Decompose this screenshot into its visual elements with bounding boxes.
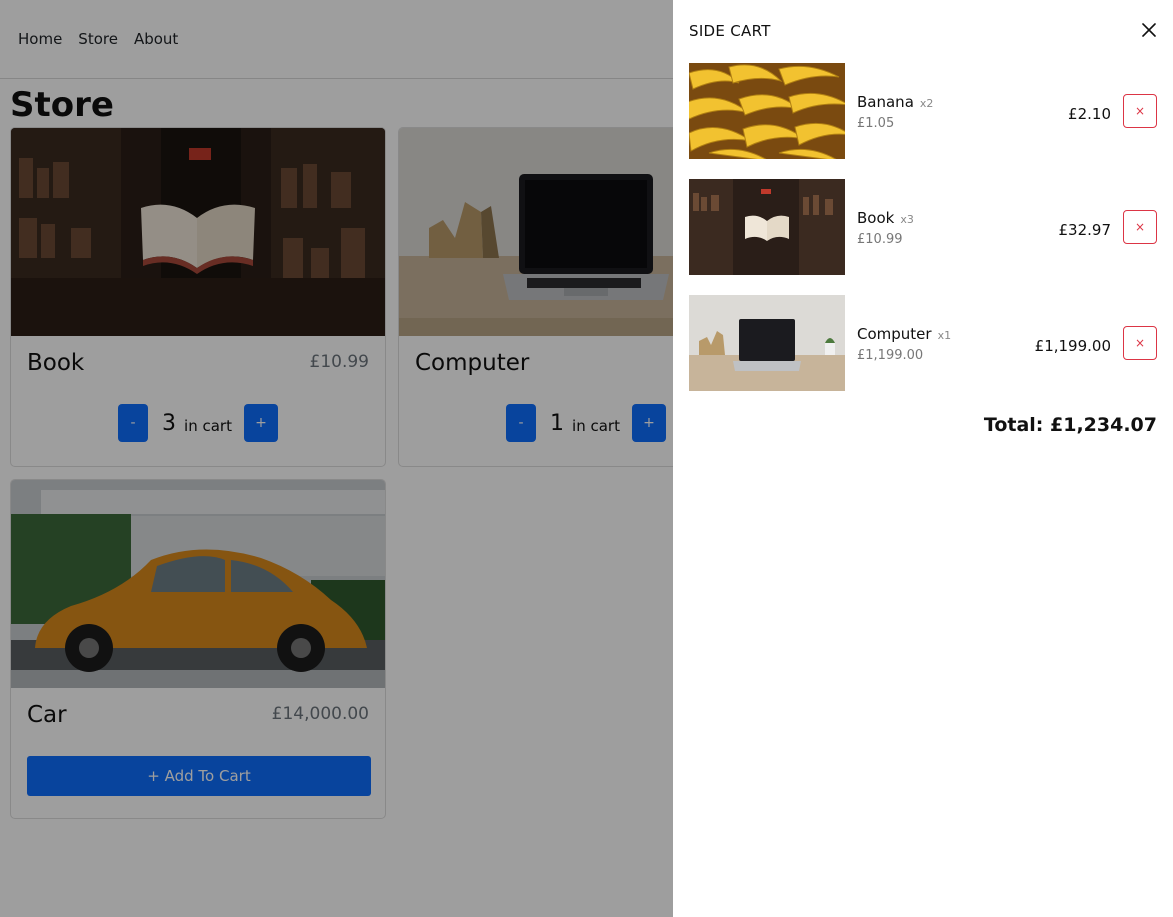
cart-item-line-total: £1,199.00 (1034, 337, 1111, 355)
cart-item-qty: x2 (919, 97, 934, 110)
cart-total: Total: £1,234.07 (983, 414, 1157, 436)
close-icon[interactable] (1139, 20, 1159, 40)
cart-item-name-text: Book (857, 209, 895, 227)
cart-item-banana: Banana x2 £1.05 £2.10 × (689, 63, 1157, 159)
cart-item-unit-price: £1.05 (857, 116, 895, 131)
cart-item-name: Book x3 (857, 209, 914, 227)
cart-item-unit-price: £1,199.00 (857, 348, 924, 363)
cart-item-book: Book x3 £10.99 £32.97 × (689, 179, 1157, 275)
remove-item-button[interactable]: × (1123, 210, 1157, 244)
remove-item-button[interactable]: × (1123, 94, 1157, 128)
banana-thumbnail (689, 63, 845, 159)
cart-item-line-total: £32.97 (1058, 221, 1112, 239)
side-cart-title: SIDE CART (689, 22, 771, 40)
computer-thumbnail (689, 295, 845, 391)
cart-item-name-text: Banana (857, 93, 914, 111)
side-cart-panel: SIDE CART Banana x2 £1.05 £2.10 × Book x… (673, 0, 1173, 917)
cart-item-qty: x1 (937, 329, 952, 342)
cart-item-name-text: Computer (857, 325, 932, 343)
cart-item-line-total: £2.10 (1068, 105, 1111, 123)
cart-item-computer: Computer x1 £1,199.00 £1,199.00 × (689, 295, 1157, 391)
cart-item-qty: x3 (900, 213, 914, 226)
cart-item-name: Banana x2 (857, 93, 933, 111)
cart-item-unit-price: £10.99 (857, 232, 903, 247)
book-thumbnail (689, 179, 845, 275)
remove-item-button[interactable]: × (1123, 326, 1157, 360)
cart-item-name: Computer x1 (857, 325, 951, 343)
